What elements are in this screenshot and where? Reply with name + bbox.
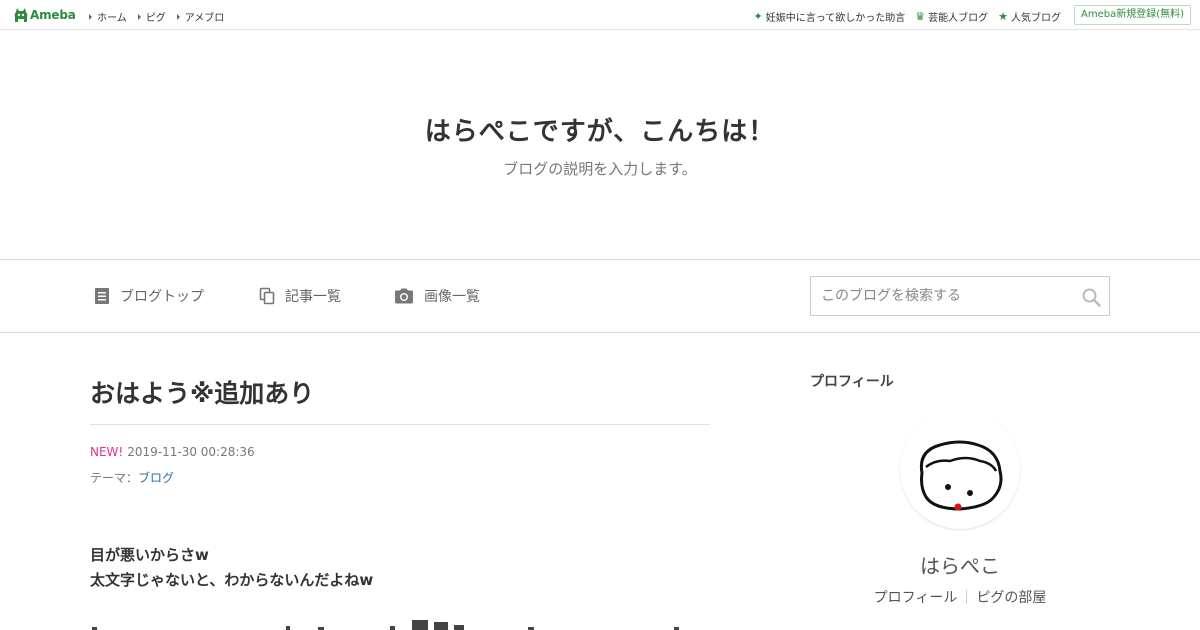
global-nav: ホーム ピグ アメブロ [89, 9, 235, 24]
nav-image-list-label: 画像一覧 [424, 289, 480, 305]
ameba-logo-icon [14, 7, 28, 22]
logo-text: Ameba [30, 8, 76, 22]
header-link-label: 妊娠中に言って欲しかった助言 [765, 13, 906, 24]
sparkle-icon: ✦ [753, 9, 763, 23]
star-icon: ★ [998, 9, 1008, 23]
header-link-label: 人気ブログ [1011, 13, 1061, 24]
search-icon[interactable] [1081, 287, 1101, 307]
nav-entry-list[interactable]: 記事一覧 [259, 286, 341, 306]
pigg-room-link[interactable]: ピグの部屋 [967, 590, 1055, 606]
theme-prefix: テーマ： [90, 471, 139, 485]
theme-link[interactable]: ブログ [138, 471, 174, 485]
header-link-label: 芸能人ブログ [928, 13, 989, 24]
article-body-line: 太文字じゃないと、わからないんだよねw [90, 571, 374, 589]
global-header: Ameba ホーム ピグ アメブロ ✦ 妊娠中に言って欲しかった助言 ♛ 芸能人… [0, 0, 1200, 30]
document-icon [95, 288, 109, 304]
global-nav-home[interactable]: ホーム [89, 9, 127, 24]
new-badge: NEW! [90, 445, 124, 459]
ameba-logo[interactable]: Ameba [14, 6, 76, 24]
blog-search [810, 276, 1110, 316]
article-datetime: 2019-11-30 00:28:36 [127, 445, 255, 459]
header-link-celebrity[interactable]: ♛ 芸能人ブログ [915, 9, 989, 25]
article-title[interactable]: おはよう※追加あり [90, 374, 314, 410]
blog-description: ブログの説明を入力します。 [503, 160, 697, 178]
nav-image-list[interactable]: 画像一覧 [394, 286, 480, 306]
signup-button[interactable]: Ameba新規登録(無料) [1073, 5, 1191, 25]
nav-entry-list-label: 記事一覧 [285, 289, 341, 305]
search-input[interactable] [811, 277, 1071, 315]
blog-title[interactable]: はらぺこですが、こんちは！ [0, 111, 1200, 148]
nav-blog-top-label: ブログトップ [120, 289, 204, 305]
article-body-cutoff [92, 620, 679, 630]
article-divider [90, 424, 710, 425]
crown-icon: ♛ [915, 9, 926, 23]
avatar-drawing [919, 440, 1003, 511]
camera-icon [395, 288, 413, 304]
profile-heading: プロフィール [810, 374, 894, 390]
blog-nav: ブログトップ 記事一覧 画像一覧 [0, 259, 1200, 333]
global-nav-pigg[interactable]: ピグ [138, 9, 166, 24]
global-nav-ameblo[interactable]: アメブロ [177, 9, 225, 24]
header-link-popular[interactable]: ★ 人気ブログ [998, 9, 1061, 25]
profile-links: プロフィール ピグの部屋 [810, 587, 1110, 607]
copy-icon [259, 287, 275, 305]
article-meta: NEW! 2019-11-30 00:28:36 [90, 445, 255, 459]
header-link-pregnancy[interactable]: ✦ 妊娠中に言って欲しかった助言 [753, 9, 906, 25]
article-theme: テーマ：ブログ [90, 469, 174, 486]
nav-blog-top[interactable]: ブログトップ [94, 286, 204, 306]
header-links: ✦ 妊娠中に言って欲しかった助言 ♛ 芸能人ブログ ★ 人気ブログ [744, 9, 1061, 25]
profile-name[interactable]: はらぺこ [810, 550, 1110, 579]
profile-link[interactable]: プロフィール [865, 590, 967, 606]
avatar[interactable] [900, 409, 1020, 529]
article-body-line: 目が悪いからさw [90, 546, 209, 564]
